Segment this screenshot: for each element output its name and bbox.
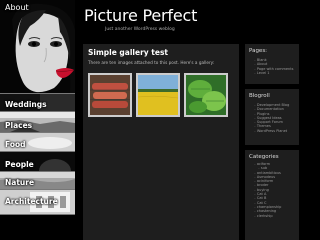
leaves-image (186, 75, 226, 115)
nav-label-architecture: Architecture (5, 197, 58, 206)
nav-label-people: People (5, 160, 34, 169)
site-title[interactable]: Picture Perfect (84, 6, 197, 25)
category-link[interactable]: clerkship (254, 214, 281, 218)
nav-label-nature: Nature (5, 178, 35, 187)
nav-label-food: Food (5, 140, 26, 149)
nav-divider (0, 214, 75, 215)
post-box: Simple gallery test There are ten images… (83, 44, 239, 240)
post-text: There are ten images attached to this po… (88, 60, 215, 65)
nav-item-nature[interactable]: Nature (0, 172, 75, 189)
blogroll-widget-title: Blogroll (249, 93, 270, 99)
nav-label-places: Places (5, 121, 33, 130)
pages-widget: Pages: Blank About Page with comments Le… (245, 44, 299, 84)
field-image (137, 75, 179, 115)
sausages-image (90, 75, 130, 115)
nav-item-weddings[interactable]: Weddings (0, 94, 75, 111)
blogroll-widget: Blogroll Development Blog Documentation … (245, 89, 299, 145)
nav-item-about[interactable]: About (0, 0, 75, 93)
nav-label-weddings: Weddings (5, 100, 47, 109)
nav-item-food[interactable]: Food (0, 133, 75, 151)
gallery-thumbnail[interactable] (184, 73, 228, 117)
nav-label-about: About (5, 3, 29, 12)
nav-item-people[interactable]: People (0, 152, 75, 171)
page-link[interactable]: Level 1 (254, 71, 293, 75)
gallery-thumbnail[interactable] (136, 73, 180, 117)
site-tagline: Just another WordPress weblog (105, 27, 175, 32)
nav-item-architecture[interactable]: Architecture (0, 190, 75, 214)
portrait-image (0, 0, 75, 93)
nav-item-places[interactable]: Places (0, 112, 75, 132)
blogroll-link[interactable]: WordPress Planet (254, 129, 289, 133)
site-header: Picture Perfect Just another WordPress w… (75, 0, 245, 40)
categories-widget: Categories aciform sub antiambitious Asm… (245, 150, 299, 240)
left-navigation: About Weddings Places Food People Nature… (0, 0, 75, 240)
post-title[interactable]: Simple gallery test (88, 48, 168, 57)
pages-widget-title: Pages: (249, 48, 268, 54)
categories-widget-title: Categories (249, 154, 279, 160)
gallery-thumbnail[interactable] (88, 73, 132, 117)
